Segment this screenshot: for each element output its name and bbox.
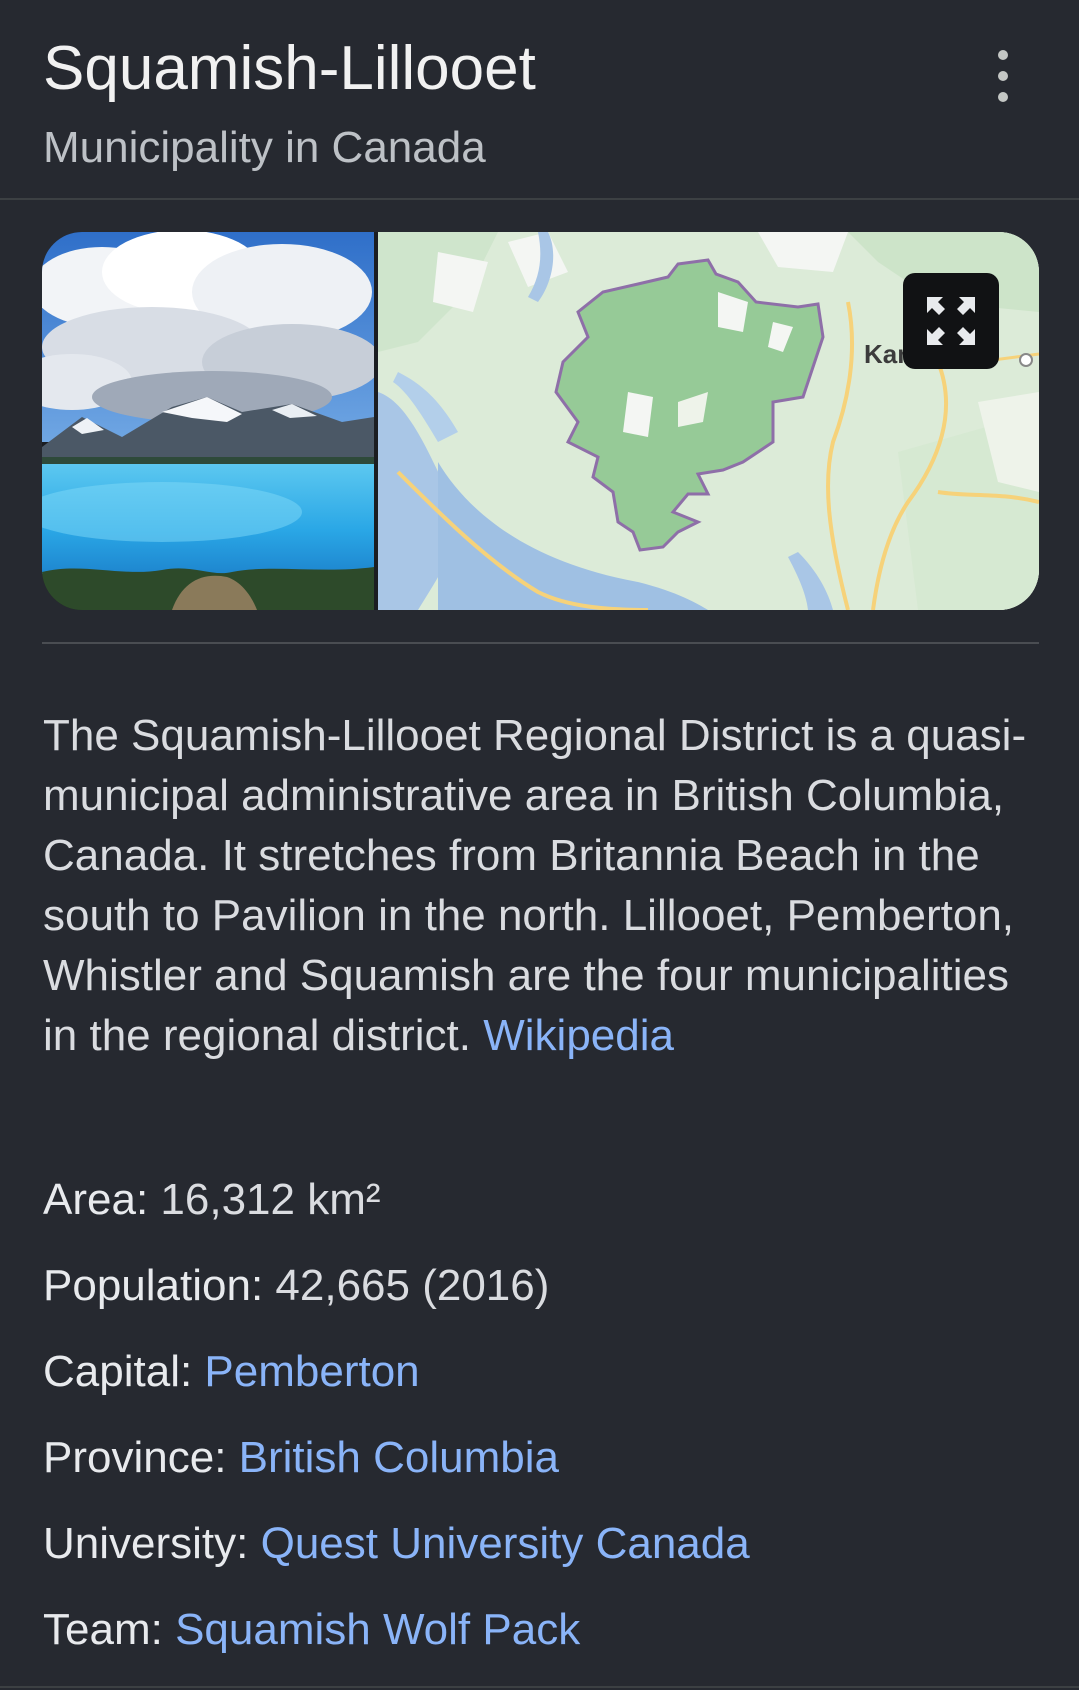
media-divider — [42, 642, 1039, 644]
wikipedia-link[interactable]: Wikipedia — [483, 1011, 674, 1060]
more-vert-dot — [998, 71, 1008, 81]
fact-label: Team: — [43, 1605, 163, 1654]
landscape-photo-image — [42, 232, 382, 610]
panel-title: Squamish-Lillooet — [43, 34, 536, 103]
fact-team: Team: Squamish Wolf Pack — [43, 1595, 1043, 1681]
fact-value: 16,312 km² — [160, 1175, 381, 1224]
more-vert-icon — [998, 50, 1008, 60]
bottom-divider — [0, 1686, 1079, 1688]
fact-area: Area: 16,312 km² — [43, 1165, 1043, 1251]
university-link[interactable]: Quest University Canada — [261, 1519, 750, 1568]
fact-label: Area: — [43, 1175, 149, 1224]
knowledge-panel-header: Squamish-Lillooet Municipality in Canada — [0, 0, 1079, 200]
fact-capital: Capital: Pemberton — [43, 1337, 1043, 1423]
fact-value: 42,665 (2016) — [275, 1261, 550, 1310]
fact-population: Population: 42,665 (2016) — [43, 1251, 1043, 1337]
province-link[interactable]: British Columbia — [239, 1433, 559, 1482]
media-strip: Kamloops — [42, 232, 1039, 610]
more-vert-dot — [998, 92, 1008, 102]
header-divider — [0, 198, 1079, 200]
fact-label: Population: — [43, 1261, 264, 1310]
fact-university: University: Quest University Canada — [43, 1509, 1043, 1595]
description: The Squamish-Lillooet Regional District … — [43, 706, 1043, 1066]
fact-label: University: — [43, 1519, 249, 1568]
fullscreen-icon — [927, 297, 975, 345]
fact-label: Capital: — [43, 1347, 193, 1396]
landscape-photo[interactable] — [42, 232, 382, 610]
fact-province: Province: British Columbia — [43, 1423, 1043, 1509]
expand-map-button[interactable] — [903, 273, 999, 369]
capital-link[interactable]: Pemberton — [204, 1347, 419, 1396]
team-link[interactable]: Squamish Wolf Pack — [175, 1605, 580, 1654]
description-text: The Squamish-Lillooet Regional District … — [43, 711, 1027, 1060]
facts-list: Area: 16,312 km² Population: 42,665 (201… — [43, 1165, 1043, 1681]
fact-label: Province: — [43, 1433, 227, 1482]
more-options-button[interactable] — [986, 48, 1020, 104]
panel-subtitle: Municipality in Canada — [43, 123, 486, 172]
